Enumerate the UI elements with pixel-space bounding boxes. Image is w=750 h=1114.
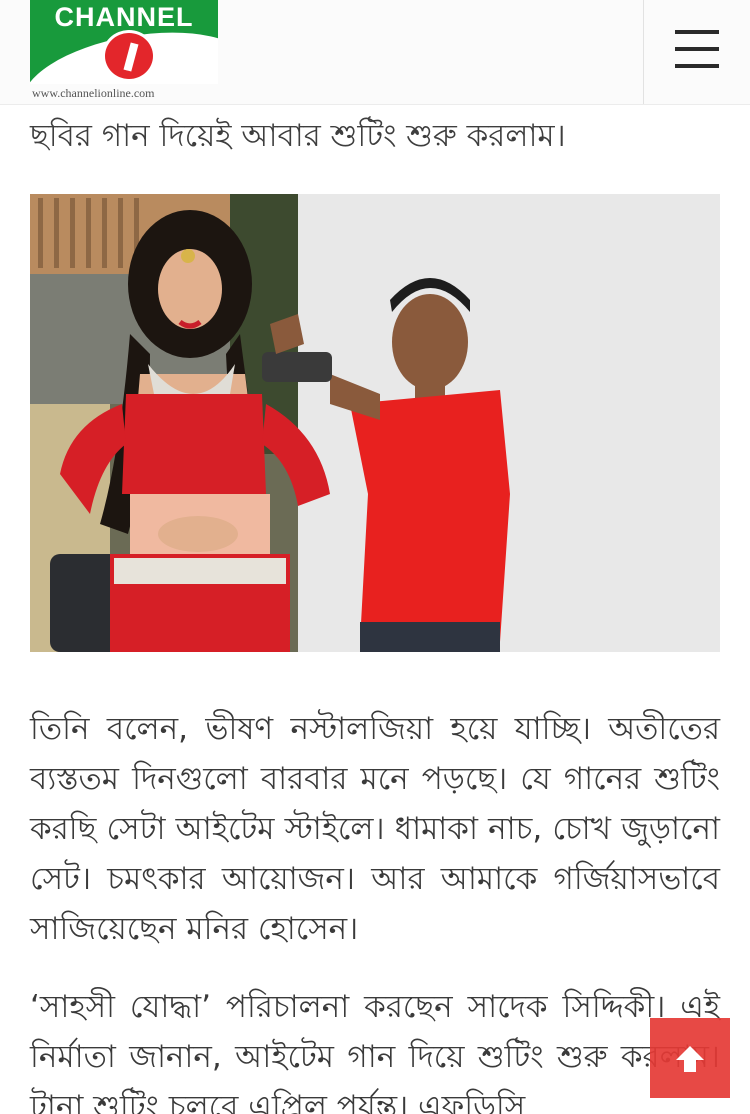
logo-url: www.channelionline.com: [32, 86, 155, 100]
photo-illustration: [30, 194, 720, 652]
logo-word: CHANNEL: [54, 2, 194, 32]
article-photo: [30, 194, 720, 652]
scroll-to-top-button[interactable]: [650, 1018, 730, 1098]
menu-line: [675, 47, 719, 51]
article-paragraph: তিনি বলেন, ভীষণ নস্টালজিয়া হয়ে যাচ্ছি।…: [30, 711, 720, 947]
logo-i-mark-icon: [102, 30, 156, 82]
arrow-up-icon: [676, 1046, 704, 1072]
menu-button[interactable]: [663, 18, 731, 78]
article-paragraph: ‘সাহসী যোদ্ধা’ পরিচালনা করছেন সাদেক সিদ্…: [30, 989, 720, 1114]
menu-line: [675, 64, 719, 68]
article-lead-text: ছবির গান দিয়েই আবার শুটিং শুরু করলাম।: [30, 118, 566, 154]
site-header: CHANNEL www.channelionline.com: [0, 0, 750, 105]
header-divider: [643, 0, 644, 104]
channel-i-logo[interactable]: CHANNEL www.channelionline.com: [30, 0, 218, 100]
logo-badge: CHANNEL: [30, 0, 218, 84]
menu-line: [675, 30, 719, 34]
